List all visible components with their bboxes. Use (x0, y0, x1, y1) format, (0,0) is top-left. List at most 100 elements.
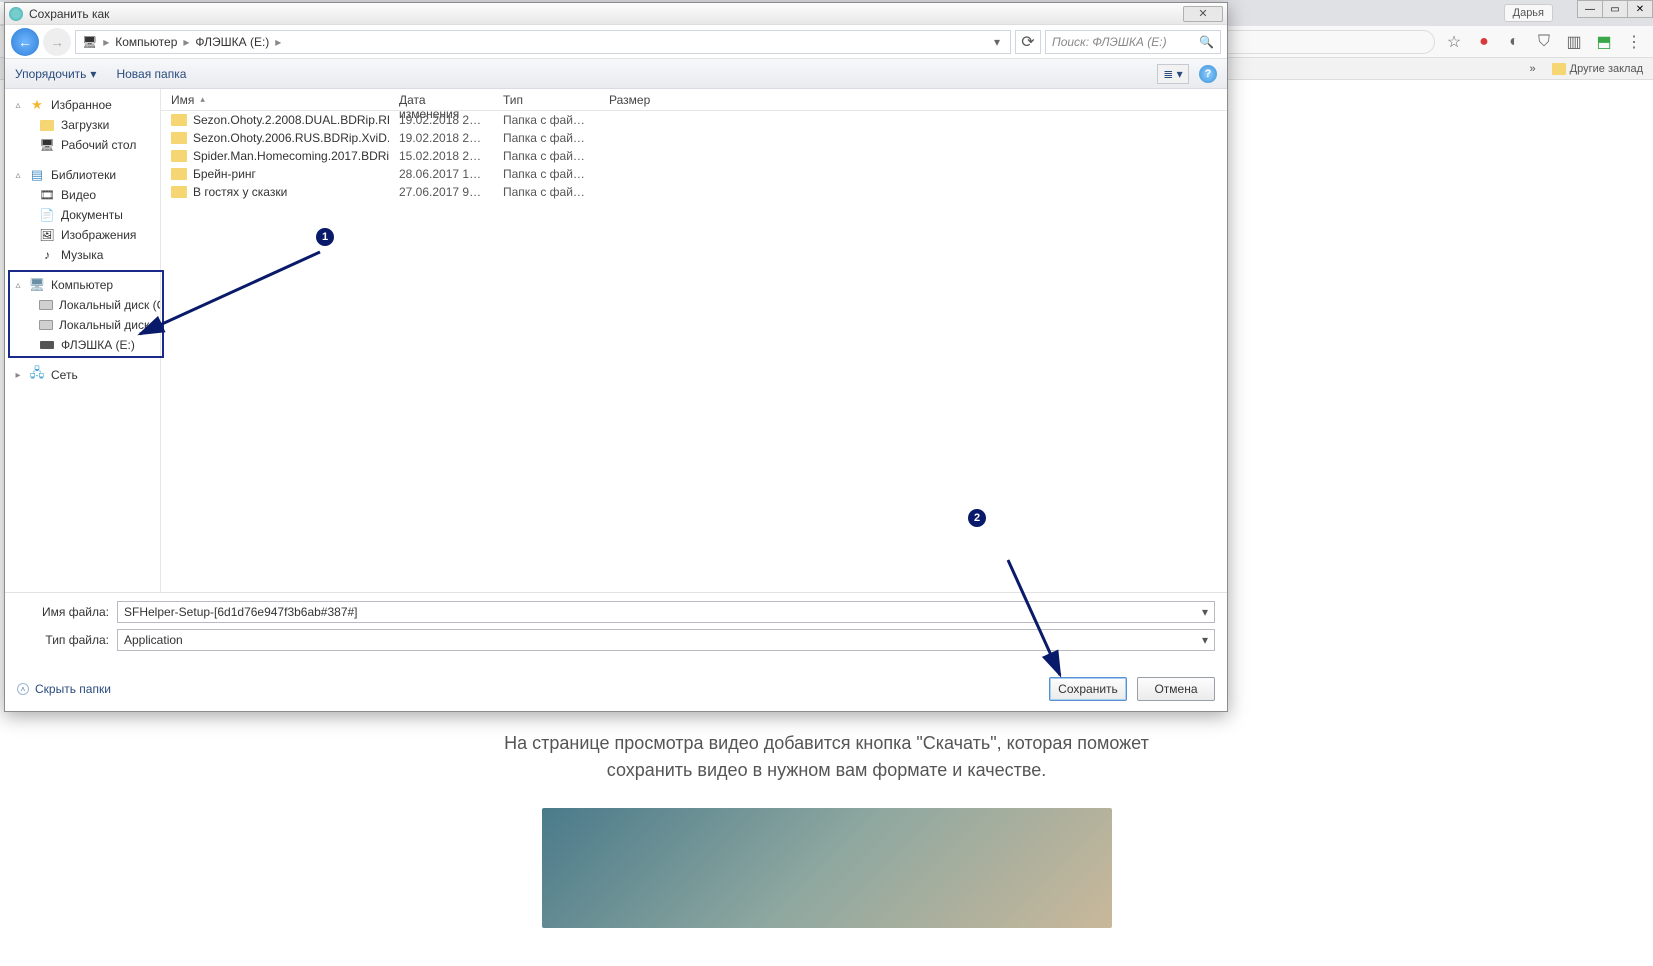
tree-documents[interactable]: 📄Документы (5, 205, 160, 225)
breadcrumb-segment[interactable]: ФЛЭШКА (E:) (195, 35, 269, 49)
star-icon[interactable]: ☆ (1443, 31, 1465, 53)
extension-icon[interactable]: ◐ (1503, 31, 1525, 53)
page-image (542, 808, 1112, 928)
file-date: 19.02.2018 20:00 (389, 131, 493, 145)
help-button[interactable]: ? (1199, 65, 1217, 83)
file-date: 15.02.2018 21:28 (389, 149, 493, 163)
tree-flash-e[interactable]: ФЛЭШКА (E:) (5, 335, 160, 355)
list-header: Имя▴ Дата изменения Тип Размер (161, 89, 1227, 111)
column-name[interactable]: Имя▴ (161, 89, 389, 110)
document-icon: 📄 (39, 208, 55, 222)
chevron-right-icon: ▸ (99, 35, 113, 49)
file-type: Папка с файлами (493, 149, 599, 163)
organize-button[interactable]: Упорядочить ▾ (15, 67, 96, 81)
column-type[interactable]: Тип (493, 89, 599, 110)
chevron-right-icon: ▸ (179, 35, 193, 49)
usb-icon (39, 338, 55, 352)
table-row[interactable]: Spider.Man.Homecoming.2017.BDRip.1.4...1… (161, 147, 1227, 165)
folder-icon (171, 150, 187, 162)
filetype-label: Тип файла: (17, 633, 117, 647)
column-date[interactable]: Дата изменения (389, 89, 493, 110)
view-mode-button[interactable]: ≣ ▾ (1157, 64, 1189, 84)
maximize-button[interactable]: ▭ (1602, 0, 1628, 18)
dialog-title: Сохранить как (29, 7, 109, 21)
dialog-footer: ˄ Скрыть папки Сохранить Отмена (5, 667, 1227, 711)
tree-disk-d[interactable]: Локальный диск (D (5, 315, 160, 335)
table-row[interactable]: В гостях у сказки 27.06.2017 9:43Папка с … (161, 183, 1227, 201)
dialog-titlebar: Сохранить как ✕ (5, 3, 1227, 25)
computer-icon: 🖥 (82, 35, 97, 49)
tree-libraries[interactable]: ▵▤Библиотеки (5, 165, 160, 185)
chrome-user-badge[interactable]: Дарья (1504, 4, 1553, 22)
tree-network[interactable]: ▸🖧Сеть (5, 365, 160, 385)
filetype-select[interactable]: Application▾ (117, 629, 1215, 651)
close-button[interactable]: ✕ (1627, 0, 1653, 18)
folder-icon (171, 114, 187, 126)
hide-folders-link[interactable]: ˄ Скрыть папки (17, 682, 111, 696)
file-name: Spider.Man.Homecoming.2017.BDRip.1.4... (193, 149, 389, 163)
column-size[interactable]: Размер (599, 89, 679, 110)
nav-back-button[interactable]: ← (11, 28, 39, 56)
computer-icon: 🖥 (29, 278, 45, 292)
chevron-down-icon[interactable]: ▾ (1202, 633, 1208, 647)
star-icon: ★ (29, 98, 45, 112)
abp-icon[interactable]: ● (1473, 31, 1495, 53)
chevron-up-icon: ˄ (17, 683, 29, 695)
tree-music[interactable]: ♪Музыка (5, 245, 160, 265)
desktop-icon: 🖥 (39, 138, 55, 152)
tree-desktop[interactable]: 🖥Рабочий стол (5, 135, 160, 155)
video-icon: 🎞 (39, 188, 55, 202)
network-icon: 🖧 (29, 368, 45, 382)
dialog-toolbar: Упорядочить ▾ Новая папка ≣ ▾ ? (5, 59, 1227, 89)
nav-forward-button[interactable]: → (43, 28, 71, 56)
cancel-button[interactable]: Отмена (1137, 677, 1215, 701)
save-as-dialog: Сохранить как ✕ ← → 🖥 ▸ Компьютер ▸ ФЛЭШ… (4, 2, 1228, 712)
breadcrumb-dropdown-icon[interactable]: ▾ (990, 35, 1004, 49)
folder-icon (39, 118, 55, 132)
file-name: Sezon.Ohoty.2.2008.DUAL.BDRip.RERip.X... (193, 113, 389, 127)
dialog-navbar: ← → 🖥 ▸ Компьютер ▸ ФЛЭШКА (E:) ▸ ▾ ⟳ По… (5, 25, 1227, 59)
table-row[interactable]: Брейн-ринг28.06.2017 15:14Папка с файлам… (161, 165, 1227, 183)
disk-icon (39, 318, 53, 332)
tree-video[interactable]: 🎞Видео (5, 185, 160, 205)
tree-favorites[interactable]: ▵★Избранное (5, 95, 160, 115)
file-type: Папка с файлами (493, 185, 599, 199)
tree-downloads[interactable]: Загрузки (5, 115, 160, 135)
filename-label: Имя файла: (17, 605, 117, 619)
extension-icon[interactable]: ⬒ (1593, 31, 1615, 53)
breadcrumb-segment[interactable]: Компьютер (115, 35, 177, 49)
minimize-button[interactable]: — (1577, 0, 1603, 18)
breadcrumb[interactable]: 🖥 ▸ Компьютер ▸ ФЛЭШКА (E:) ▸ ▾ (75, 30, 1011, 54)
tree-images[interactable]: 🖼Изображения (5, 225, 160, 245)
dialog-close-button[interactable]: ✕ (1183, 6, 1223, 22)
search-input[interactable]: Поиск: ФЛЭШКА (E:) 🔍 (1045, 30, 1221, 54)
save-button[interactable]: Сохранить (1049, 677, 1127, 701)
bookmarks-other-folder[interactable]: Другие заклад (1552, 63, 1643, 75)
file-date: 27.06.2017 9:43 (389, 185, 493, 199)
chevron-right-icon: ▸ (271, 35, 285, 49)
file-list: Имя▴ Дата изменения Тип Размер Sezon.Oho… (161, 89, 1227, 592)
chevron-down-icon[interactable]: ▾ (1202, 605, 1208, 619)
annotation-badge-1: 1 (316, 228, 334, 246)
table-row[interactable]: Sezon.Ohoty.2006.RUS.BDRip.XviD.AC3.-...… (161, 129, 1227, 147)
dialog-fields: Имя файла: SFHelper-Setup-[6d1d76e947f3b… (5, 592, 1227, 667)
file-date: 19.02.2018 22:33 (389, 113, 493, 127)
music-icon: ♪ (39, 248, 55, 262)
filename-input[interactable]: SFHelper-Setup-[6d1d76e947f3b6ab#387#]▾ (117, 601, 1215, 623)
dialog-main: ▵★Избранное Загрузки 🖥Рабочий стол ▵▤Биб… (5, 89, 1227, 592)
search-icon: 🔍 (1199, 35, 1214, 49)
file-name: В гостях у сказки (193, 185, 287, 199)
extension-icon[interactable]: ▥ (1563, 31, 1585, 53)
file-date: 28.06.2017 15:14 (389, 167, 493, 181)
window-controls: — ▭ ✕ (1578, 0, 1653, 18)
folder-icon (171, 132, 187, 144)
shield-icon[interactable]: ⛉ (1533, 31, 1555, 53)
file-name: Брейн-ринг (193, 167, 256, 181)
overflow-icon[interactable]: » (1530, 63, 1536, 75)
menu-icon[interactable]: ⋮ (1623, 31, 1645, 53)
refresh-button[interactable]: ⟳ (1015, 30, 1041, 54)
tree-computer[interactable]: ▵🖥Компьютер (5, 275, 160, 295)
new-folder-button[interactable]: Новая папка (116, 67, 186, 81)
tree-disk-c[interactable]: Локальный диск (C (5, 295, 160, 315)
table-row[interactable]: Sezon.Ohoty.2.2008.DUAL.BDRip.RERip.X...… (161, 111, 1227, 129)
